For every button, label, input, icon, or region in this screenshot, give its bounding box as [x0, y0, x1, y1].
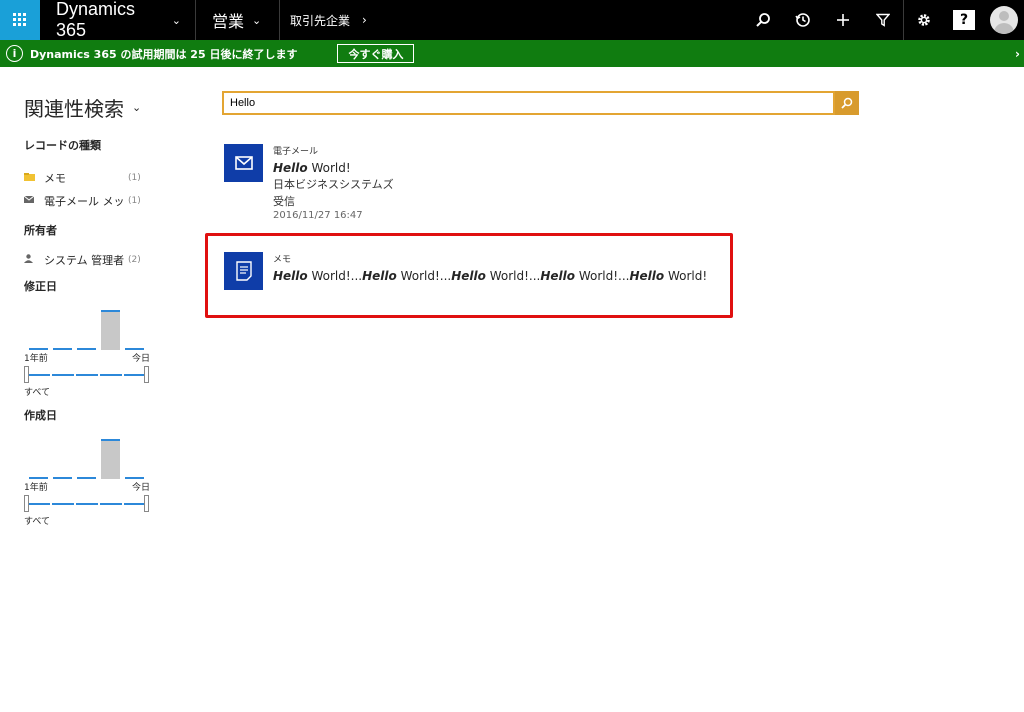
slider-handle-end[interactable] — [144, 366, 149, 383]
histogram-bar — [125, 477, 144, 479]
modified-date-slider[interactable] — [24, 366, 150, 384]
slider-tick — [98, 503, 100, 505]
filter-icon[interactable] — [863, 0, 903, 40]
search-button[interactable] — [835, 91, 859, 115]
owner-heading: 所有者 — [24, 224, 57, 237]
result-company: 日本ビジネスシステムズ — [273, 178, 394, 191]
histogram-bar — [101, 439, 120, 479]
created-date-slider[interactable] — [24, 495, 150, 513]
filter-label: システム 管理者 — [44, 254, 124, 267]
search-result-email[interactable]: 電子メール Hello World! 日本ビジネスシステムズ 受信 2016/1… — [224, 144, 394, 221]
filter-label: メモ — [44, 172, 66, 185]
modified-date-heading: 修正日 — [24, 280, 57, 293]
slider-tick — [50, 503, 52, 505]
highlight-term: Hello — [273, 161, 308, 175]
histogram-bar — [77, 477, 96, 479]
search-icon[interactable] — [743, 0, 783, 40]
filter-panel: 関連性検索 ⌄ レコードの種類 メモ (1) 電子メール メッ... (1) 所… — [23, 90, 154, 527]
avatar — [990, 6, 1018, 34]
note-icon — [24, 172, 38, 184]
app-switcher[interactable]: Dynamics 365 ⌄ — [40, 0, 196, 40]
gear-icon[interactable] — [904, 0, 944, 40]
plus-icon[interactable] — [823, 0, 863, 40]
trial-message: Dynamics 365 の試用期間は 25 日後に終了します — [30, 47, 298, 61]
filter-count: (2) — [128, 255, 141, 265]
range-all-label: すべて — [24, 517, 51, 527]
trial-notification-banner: i Dynamics 365 の試用期間は 25 日後に終了します 今すぐ購入 … — [0, 40, 1024, 67]
slider-track — [26, 503, 148, 505]
recent-history-icon[interactable] — [783, 0, 823, 40]
search-input[interactable] — [222, 91, 835, 115]
filter-count: (1) — [128, 173, 141, 183]
slider-tick — [74, 374, 76, 376]
histogram-bar — [53, 348, 72, 350]
range-start-label: 1年前 — [24, 354, 48, 364]
search-type-selector[interactable]: 関連性検索 ⌄ — [24, 91, 154, 123]
area-name: 営業 — [212, 12, 245, 31]
histogram-bar — [125, 348, 144, 350]
buy-now-button[interactable]: 今すぐ購入 — [337, 44, 415, 63]
banner-expand-icon[interactable]: › — [1015, 47, 1020, 61]
breadcrumb[interactable]: 取引先企業 › — [280, 0, 377, 40]
page-title: 関連性検索 — [24, 96, 124, 121]
area-switcher[interactable]: 営業 ⌄ — [196, 0, 280, 40]
envelope-icon — [224, 144, 263, 182]
created-date-heading: 作成日 — [24, 409, 57, 422]
record-types-heading: レコードの種類 — [24, 139, 101, 152]
modified-date-histogram — [24, 308, 150, 350]
help-button[interactable]: ? — [944, 0, 984, 40]
filter-owner-system-admin[interactable]: システム 管理者 (2) — [24, 252, 154, 268]
user-profile-button[interactable] — [984, 0, 1024, 40]
envelope-icon — [23, 195, 38, 206]
histogram-bar — [29, 477, 48, 479]
filter-label: 電子メール メッ... — [44, 195, 124, 208]
person-icon — [24, 254, 38, 266]
filter-record-type-email[interactable]: 電子メール メッ... (1) — [23, 193, 154, 209]
annotation-highlight-box — [205, 233, 733, 318]
histogram-bar — [77, 348, 96, 350]
help-icon: ? — [953, 10, 975, 30]
slider-handle-end[interactable] — [144, 495, 149, 512]
result-direction: 受信 — [273, 195, 295, 208]
chevron-down-icon: ⌄ — [132, 100, 142, 114]
app-launcher-icon[interactable] — [0, 0, 40, 40]
slider-tick — [98, 374, 100, 376]
info-icon: i — [6, 45, 23, 62]
slider-tick — [122, 503, 124, 505]
result-date: 2016/11/27 16:47 — [273, 210, 363, 221]
slider-handle-start[interactable] — [24, 366, 29, 383]
chevron-right-icon: › — [362, 13, 367, 27]
histogram-bar — [53, 477, 72, 479]
histogram-bar — [101, 310, 120, 350]
range-end-label: 今日 — [131, 354, 150, 364]
breadcrumb-accounts: 取引先企業 — [290, 13, 351, 28]
range-all-label: すべて — [24, 388, 51, 398]
filter-record-type-note[interactable]: メモ (1) — [24, 170, 154, 186]
histogram-bar — [29, 348, 48, 350]
result-record-type: 電子メール — [273, 147, 319, 157]
chevron-down-icon: ⌄ — [252, 13, 262, 27]
top-nav-bar: Dynamics 365 ⌄ 営業 ⌄ 取引先企業 › ? — [0, 0, 1024, 40]
slider-tick — [122, 374, 124, 376]
search-bar — [222, 91, 859, 115]
range-start-label: 1年前 — [24, 483, 48, 493]
filter-count: (1) — [128, 196, 141, 206]
slider-handle-start[interactable] — [24, 495, 29, 512]
slider-tick — [74, 503, 76, 505]
slider-track — [26, 374, 148, 376]
app-name: Dynamics 365 — [56, 0, 136, 40]
title-text: World! — [307, 161, 351, 175]
range-end-label: 今日 — [131, 483, 150, 493]
result-title[interactable]: Hello World! — [273, 161, 394, 175]
chevron-down-icon: ⌄ — [171, 13, 181, 27]
created-date-histogram — [24, 437, 150, 479]
slider-tick — [50, 374, 52, 376]
